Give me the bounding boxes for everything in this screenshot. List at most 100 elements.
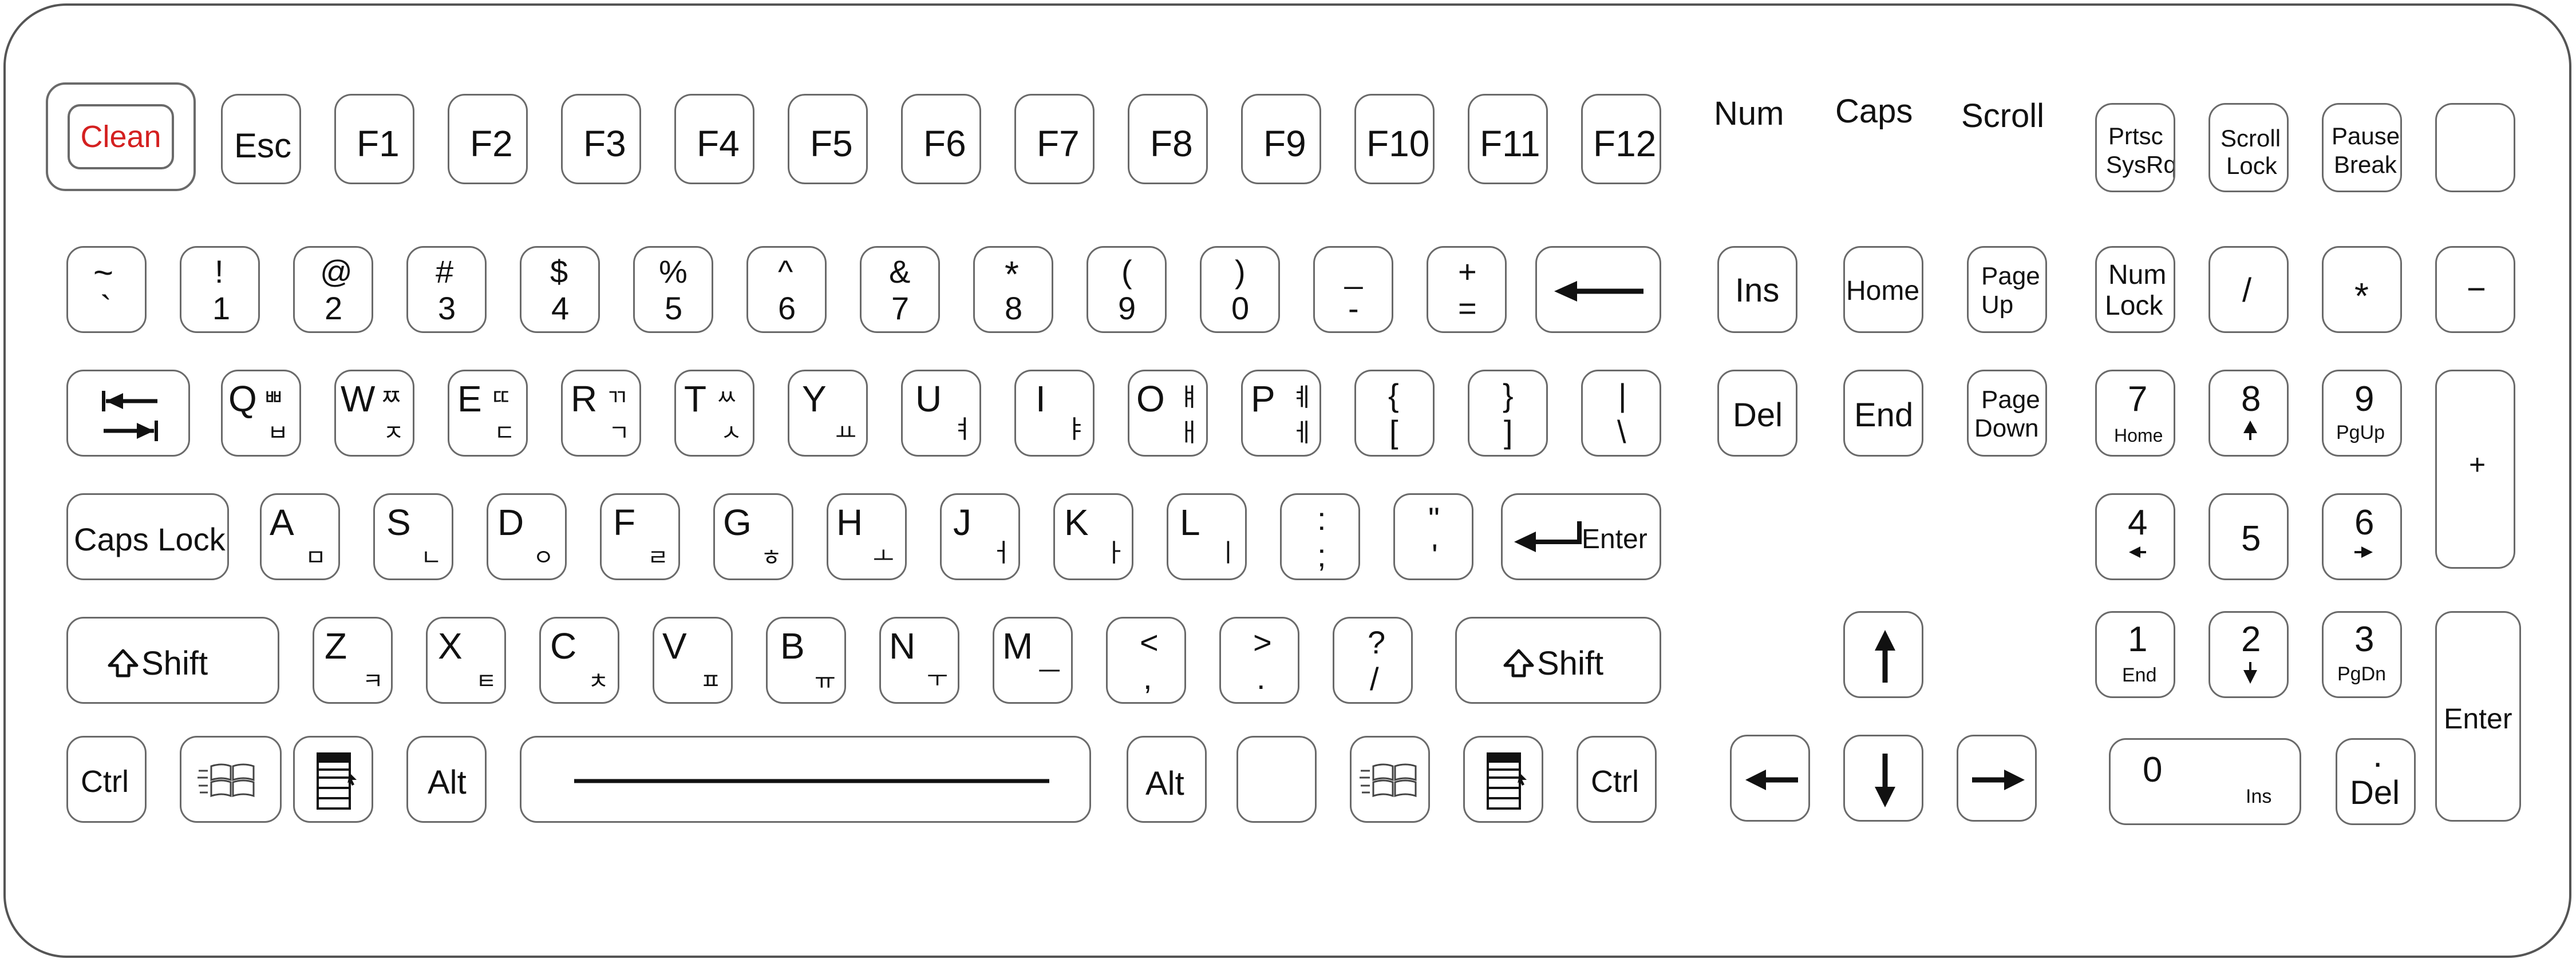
key-0[interactable]: ) 0 xyxy=(1200,246,1280,333)
blank-top-right-key[interactable] xyxy=(2435,103,2515,192)
left-ctrl-key[interactable]: Ctrl xyxy=(66,736,147,823)
quote-key[interactable]: " ' xyxy=(1393,493,1473,580)
f10-key[interactable]: F10 xyxy=(1354,94,1435,184)
backspace-key[interactable] xyxy=(1535,246,1661,333)
tab-key[interactable] xyxy=(66,370,190,457)
f5-key[interactable]: F5 xyxy=(788,94,868,184)
numpad-enter-key[interactable]: Enter xyxy=(2435,611,2521,822)
e-key[interactable]: E ㄸ ㄷ xyxy=(448,370,528,457)
b-key[interactable]: B ㅠ xyxy=(766,617,846,704)
v-key[interactable]: V ㅍ xyxy=(653,617,733,704)
home-key[interactable]: Home xyxy=(1843,246,1923,333)
key-9[interactable]: ( 9 xyxy=(1086,246,1167,333)
a-key[interactable]: A ㅁ xyxy=(260,493,340,580)
numpad-5-key[interactable]: 5 xyxy=(2208,493,2289,580)
numpad-divide-key[interactable]: / xyxy=(2208,246,2289,333)
scroll-lock-key[interactable]: Scroll Lock xyxy=(2208,103,2289,192)
w-key[interactable]: W ㅉ ㅈ xyxy=(334,370,414,457)
f2-key[interactable]: F2 xyxy=(448,94,528,184)
numpad-2-key[interactable]: 2 xyxy=(2208,611,2289,698)
y-key[interactable]: Y ㅛ xyxy=(788,370,868,457)
j-key[interactable]: J ㅓ xyxy=(940,493,1020,580)
key-4[interactable]: $ 4 xyxy=(520,246,600,333)
numpad-7-key[interactable]: 7 Home xyxy=(2095,370,2175,457)
h-key[interactable]: H ㅗ xyxy=(827,493,907,580)
o-key[interactable]: O ㅒ ㅐ xyxy=(1128,370,1208,457)
f9-key[interactable]: F9 xyxy=(1241,94,1321,184)
numpad-minus-key[interactable]: − xyxy=(2435,246,2515,333)
arrow-left-key[interactable] xyxy=(1730,735,1810,822)
end-key[interactable]: End xyxy=(1843,370,1923,457)
key-2[interactable]: @ 2 xyxy=(293,246,373,333)
numpad-multiply-key[interactable]: * xyxy=(2322,246,2402,333)
page-up-key[interactable]: Page Up xyxy=(1967,246,2047,333)
numpad-6-key[interactable]: 6 xyxy=(2322,493,2402,580)
p-key[interactable]: P ㅖ ㅔ xyxy=(1241,370,1321,457)
q-key[interactable]: Q ㅃ ㅂ xyxy=(221,370,301,457)
left-menu-key[interactable] xyxy=(293,736,373,823)
numpad-1-key[interactable]: 1 End xyxy=(2095,611,2175,698)
f1-key[interactable]: F1 xyxy=(334,94,414,184)
arrow-up-key[interactable] xyxy=(1843,611,1923,698)
right-menu-key[interactable] xyxy=(1463,736,1543,823)
l-key[interactable]: L ㅣ xyxy=(1167,493,1247,580)
numpad-plus-key[interactable]: + xyxy=(2435,370,2515,569)
blank-bottom-key[interactable] xyxy=(1236,736,1317,823)
equals-key[interactable]: + = xyxy=(1427,246,1507,333)
right-alt-key[interactable]: Alt xyxy=(1127,736,1207,823)
k-key[interactable]: K ㅏ xyxy=(1053,493,1133,580)
key-7[interactable]: & 7 xyxy=(860,246,940,333)
key-1[interactable]: ! 1 xyxy=(180,246,260,333)
c-key[interactable]: C ㅊ xyxy=(539,617,619,704)
slash-key[interactable]: ? / xyxy=(1333,617,1413,704)
insert-key[interactable]: Ins xyxy=(1717,246,1797,333)
page-down-key[interactable]: Page Down xyxy=(1967,370,2047,457)
numpad-3-key[interactable]: 3 PgDn xyxy=(2322,611,2402,698)
key-5[interactable]: % 5 xyxy=(633,246,713,333)
comma-key[interactable]: < , xyxy=(1106,617,1186,704)
esc-key[interactable]: Esc xyxy=(221,94,301,184)
caps-lock-key[interactable]: Caps Lock xyxy=(66,493,229,580)
delete-key[interactable]: Del xyxy=(1717,370,1797,457)
left-windows-key[interactable] xyxy=(180,736,282,823)
backslash-key[interactable]: | \ xyxy=(1581,370,1661,457)
t-key[interactable]: T ㅆ ㅅ xyxy=(674,370,754,457)
f6-key[interactable]: F6 xyxy=(901,94,981,184)
clean-key[interactable]: Clean xyxy=(46,82,196,191)
arrow-right-key[interactable] xyxy=(1957,735,2037,822)
numpad-9-key[interactable]: 9 PgUp xyxy=(2322,370,2402,457)
num-lock-key[interactable]: Num Lock xyxy=(2095,246,2175,333)
prtsc-sysrq-key[interactable]: Prtsc SysRq xyxy=(2095,103,2175,192)
u-key[interactable]: U ㅕ xyxy=(901,370,981,457)
left-bracket-key[interactable]: { [ xyxy=(1354,370,1435,457)
pause-break-key[interactable]: Pause Break xyxy=(2322,103,2402,192)
right-ctrl-key[interactable]: Ctrl xyxy=(1577,736,1657,823)
f7-key[interactable]: F7 xyxy=(1014,94,1095,184)
r-key[interactable]: R ㄲ ㄱ xyxy=(561,370,641,457)
d-key[interactable]: D ㅇ xyxy=(487,493,567,580)
numpad-0-key[interactable]: 0 Ins xyxy=(2109,738,2301,825)
f3-key[interactable]: F3 xyxy=(561,94,641,184)
m-key[interactable]: M ㅡ xyxy=(993,617,1073,704)
key-6[interactable]: ^ 6 xyxy=(746,246,827,333)
key-8[interactable]: * 8 xyxy=(973,246,1053,333)
right-shift-key[interactable]: Shift xyxy=(1455,617,1661,704)
g-key[interactable]: G ㅎ xyxy=(713,493,793,580)
left-alt-key[interactable]: Alt xyxy=(406,736,487,823)
f-key[interactable]: F ㄹ xyxy=(600,493,680,580)
right-windows-key[interactable] xyxy=(1350,736,1430,823)
f12-key[interactable]: F12 xyxy=(1581,94,1661,184)
minus-key[interactable]: _ - xyxy=(1313,246,1393,333)
left-shift-key[interactable]: Shift xyxy=(66,617,279,704)
numpad-8-key[interactable]: 8 xyxy=(2208,370,2289,457)
semicolon-key[interactable]: : ; xyxy=(1280,493,1360,580)
right-bracket-key[interactable]: } ] xyxy=(1468,370,1548,457)
z-key[interactable]: Z ㅋ xyxy=(313,617,393,704)
f11-key[interactable]: F11 xyxy=(1468,94,1548,184)
s-key[interactable]: S ㄴ xyxy=(373,493,453,580)
arrow-down-key[interactable] xyxy=(1843,735,1923,822)
space-bar[interactable] xyxy=(520,736,1091,823)
i-key[interactable]: I ㅑ xyxy=(1014,370,1095,457)
period-key[interactable]: > . xyxy=(1219,617,1299,704)
key-3[interactable]: # 3 xyxy=(406,246,487,333)
